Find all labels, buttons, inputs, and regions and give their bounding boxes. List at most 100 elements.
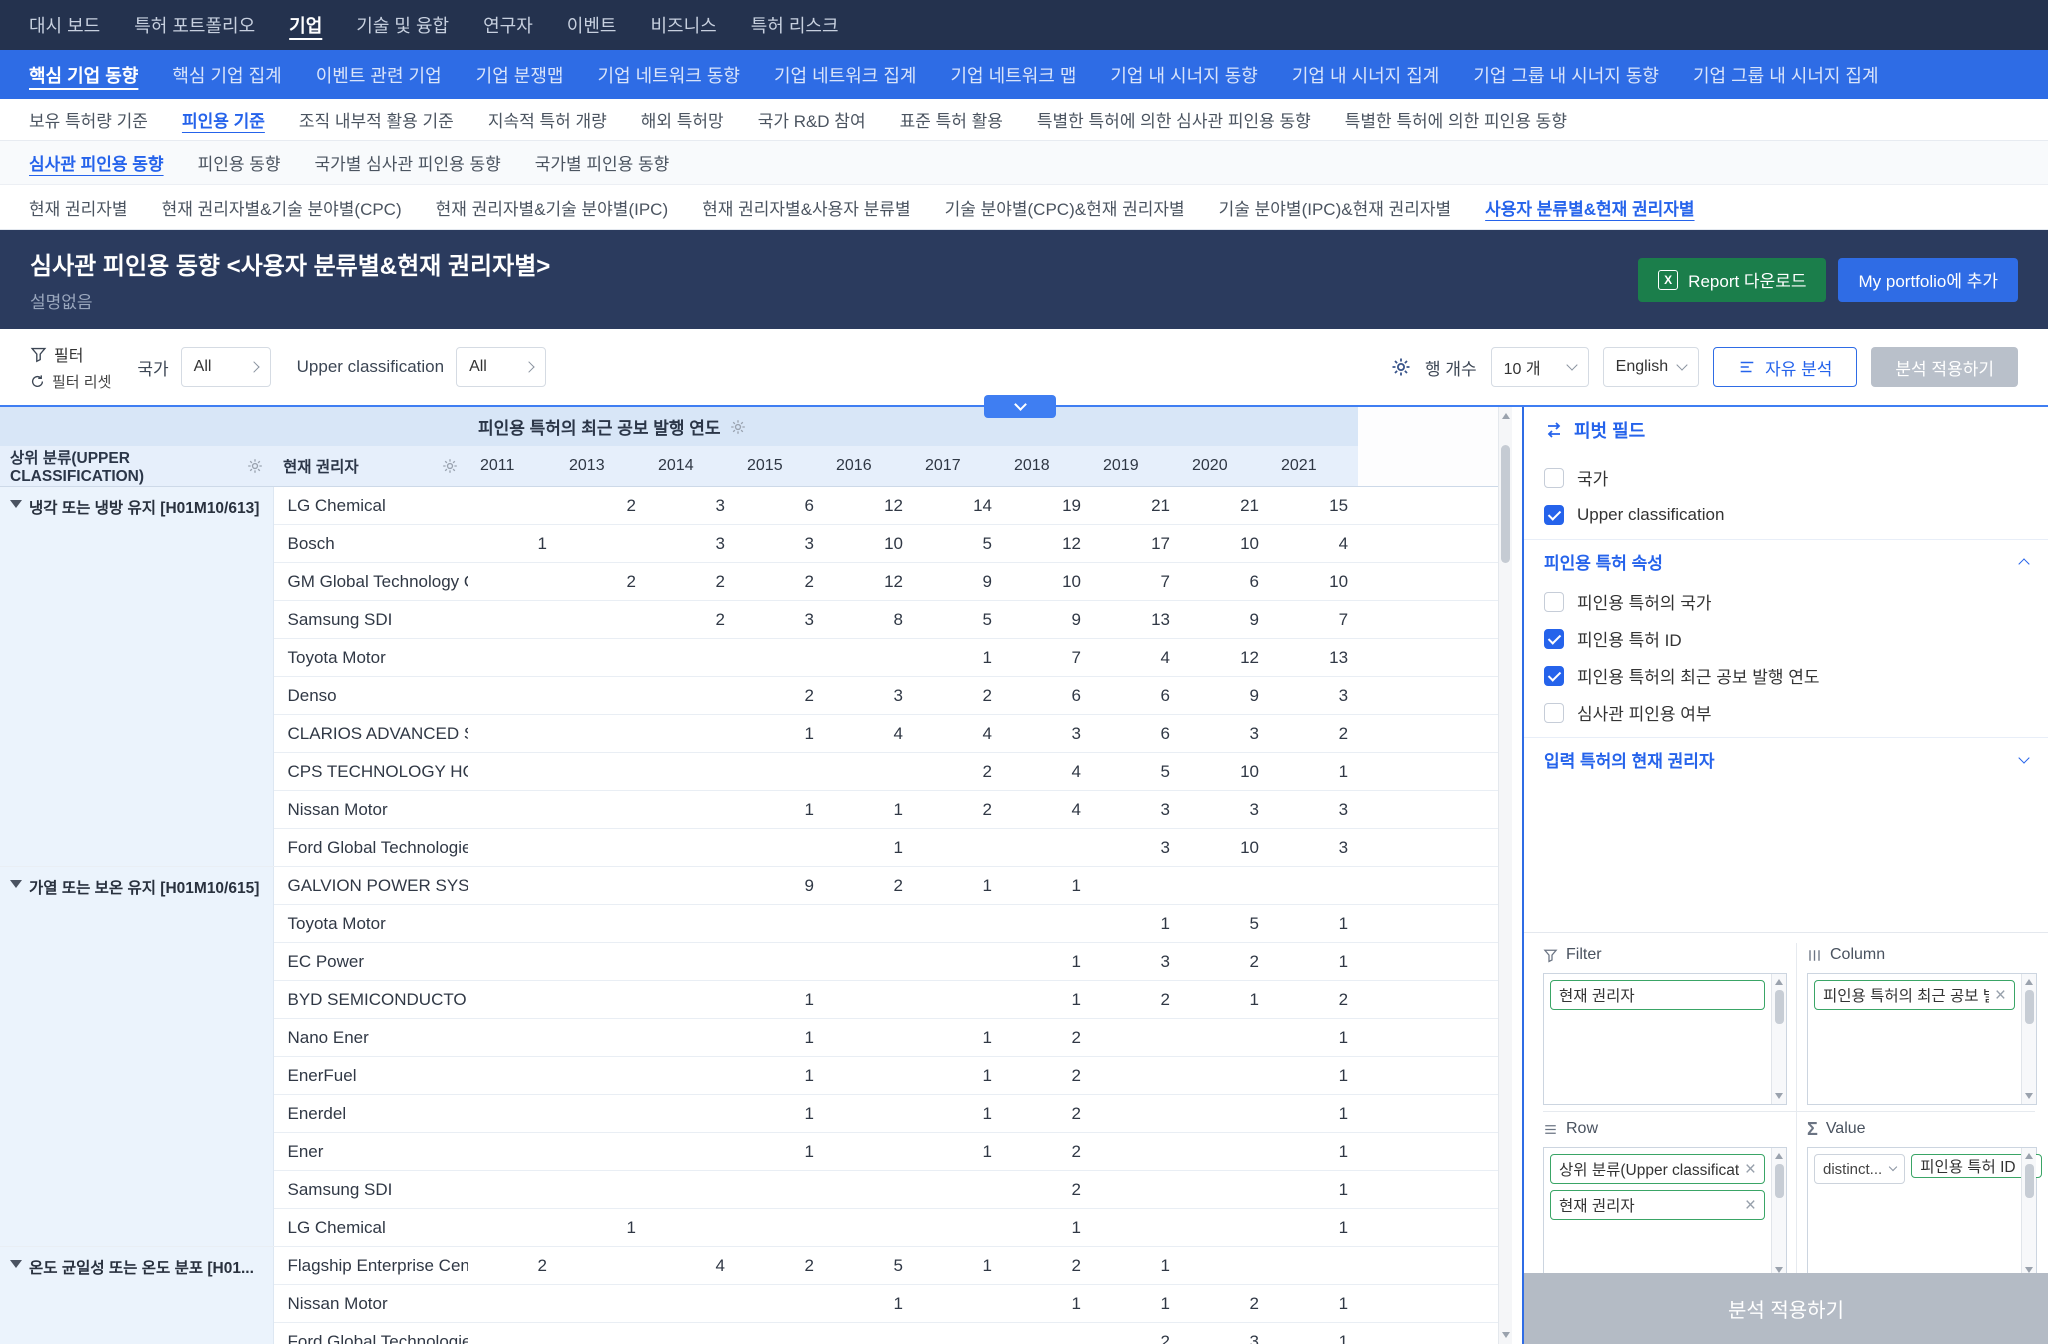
nav-view-item-3[interactable]: 현재 권리자별&사용자 분류별	[685, 195, 927, 220]
checkbox[interactable]	[1544, 505, 1564, 525]
nav-sub-item-9[interactable]: 기업 그룹 내 시너지 동향	[1456, 62, 1676, 88]
nav-criteria-item-7[interactable]: 특별한 특허에 의한 심사관 피인용 동향	[1020, 107, 1328, 132]
nav-main-item-5[interactable]: 이벤트	[550, 12, 634, 38]
zone-tag[interactable]: 피인용 특허의 최근 공보 발행 ...×	[1814, 980, 2015, 1010]
panel-section-0[interactable]: 피인용 특허 속성	[1524, 539, 2048, 583]
scroll-thumb[interactable]	[1501, 445, 1510, 563]
nav-view-item-6[interactable]: 사용자 분류별&현재 권리자별	[1468, 195, 1711, 220]
scroll-up-icon[interactable]	[1775, 1153, 1783, 1159]
checkbox[interactable]	[1544, 592, 1564, 612]
column-zone-box[interactable]: 피인용 특허의 최근 공보 발행 ...×	[1807, 973, 2037, 1105]
nav-trend-item-3[interactable]: 국가별 피인용 동향	[518, 150, 687, 175]
report-download-button[interactable]: X Report 다운로드	[1638, 258, 1826, 302]
zone-tag[interactable]: 현재 권리자×	[1550, 1190, 1765, 1220]
checkbox[interactable]	[1544, 629, 1564, 649]
remove-tag-icon[interactable]: ×	[1995, 986, 2006, 1005]
country-select[interactable]: All	[181, 347, 271, 387]
row-zone-box[interactable]: 상위 분류(Upper classificati...×현재 권리자×	[1543, 1147, 1787, 1279]
pivot-field-sec0-2[interactable]: 피인용 특허의 최근 공보 발행 연도	[1524, 657, 2048, 694]
table-scrollbar[interactable]	[1498, 407, 1512, 1344]
nav-sub-item-0[interactable]: 핵심 기업 동향	[12, 62, 155, 88]
zone-scrollbar[interactable]	[1771, 974, 1786, 1104]
scroll-up-icon[interactable]	[1775, 979, 1783, 985]
filter-reset-button[interactable]: 필터 리셋	[30, 371, 111, 392]
nav-criteria-item-4[interactable]: 해외 특허망	[624, 107, 741, 132]
nav-main-item-7[interactable]: 특허 리스크	[734, 12, 856, 38]
free-analysis-button[interactable]: 자유 분석	[1713, 347, 1857, 387]
nav-main-item-2[interactable]: 기업	[272, 12, 339, 38]
scroll-up-icon[interactable]	[2025, 1153, 2033, 1159]
scroll-thumb[interactable]	[1775, 990, 1784, 1024]
apply-analysis-footer-button[interactable]: 분석 적용하기	[1524, 1273, 2048, 1344]
scroll-up-icon[interactable]	[2025, 979, 2033, 985]
nav-trend-item-0[interactable]: 심사관 피인용 동향	[12, 150, 181, 175]
nav-sub-item-5[interactable]: 기업 네트워크 집계	[757, 62, 933, 88]
nav-sub-item-1[interactable]: 핵심 기업 집계	[155, 62, 298, 88]
nav-sub-item-2[interactable]: 이벤트 관련 기업	[299, 62, 459, 88]
remove-tag-icon[interactable]: ×	[1745, 1160, 1756, 1179]
panel-section-1[interactable]: 입력 특허의 현재 권리자	[1524, 737, 2048, 781]
nav-main-item-3[interactable]: 기술 및 융합	[339, 12, 466, 38]
scroll-thumb[interactable]	[2025, 990, 2034, 1024]
language-select[interactable]: English	[1603, 347, 1699, 387]
collapse-triangle-icon[interactable]	[10, 1260, 22, 1268]
zone-tag[interactable]: 현재 권리자	[1550, 980, 1765, 1010]
nav-criteria-item-5[interactable]: 국가 R&D 참여	[741, 107, 883, 132]
nav-view-item-5[interactable]: 기술 분야별(IPC)&현재 권리자별	[1202, 195, 1469, 220]
gear-icon[interactable]	[442, 458, 458, 474]
scroll-down-icon[interactable]	[1775, 1093, 1783, 1099]
nav-main-item-4[interactable]: 연구자	[466, 12, 550, 38]
zone-scrollbar[interactable]	[2021, 1148, 2036, 1278]
pivot-field-top-1[interactable]: Upper classification	[1524, 496, 2048, 533]
group-cell-1[interactable]: 가열 또는 보온 유지 [H01M10/615]	[0, 867, 273, 1247]
checkbox[interactable]	[1544, 703, 1564, 723]
nav-main-item-1[interactable]: 특허 포트폴리오	[117, 12, 272, 38]
nav-criteria-item-2[interactable]: 조직 내부적 활용 기준	[282, 107, 471, 132]
pivot-field-sec0-1[interactable]: 피인용 특허 ID	[1524, 620, 2048, 657]
collapse-triangle-icon[interactable]	[10, 880, 22, 888]
nav-sub-item-10[interactable]: 기업 그룹 내 시너지 집계	[1676, 62, 1896, 88]
nav-sub-item-3[interactable]: 기업 분쟁맵	[459, 62, 581, 88]
zone-scrollbar[interactable]	[2021, 974, 2036, 1104]
nav-view-item-0[interactable]: 현재 권리자별	[12, 195, 145, 220]
aggregation-select[interactable]: distinct...	[1814, 1154, 1905, 1184]
nav-sub-item-6[interactable]: 기업 네트워크 맵	[933, 62, 1093, 88]
scroll-thumb[interactable]	[2025, 1164, 2034, 1198]
zone-scrollbar[interactable]	[1771, 1148, 1786, 1278]
nav-trend-item-1[interactable]: 피인용 동향	[181, 150, 298, 175]
checkbox[interactable]	[1544, 666, 1564, 686]
scroll-down-icon[interactable]	[2025, 1093, 2033, 1099]
collapse-triangle-icon[interactable]	[10, 500, 22, 508]
group-cell-2[interactable]: 온도 균일성 또는 온도 분포 [H01...	[0, 1247, 273, 1344]
group-cell-0[interactable]: 냉각 또는 냉방 유지 [H01M10/613]	[0, 487, 273, 867]
remove-tag-icon[interactable]: ×	[1745, 1196, 1756, 1215]
checkbox[interactable]	[1544, 468, 1564, 488]
row-count-select[interactable]: 10 개	[1491, 347, 1589, 387]
nav-criteria-item-8[interactable]: 특별한 특허에 의한 피인용 동향	[1328, 107, 1584, 132]
value-zone-box[interactable]: distinct... 피인용 특허 ID×	[1807, 1147, 2037, 1279]
collapse-header-button[interactable]	[984, 395, 1056, 418]
nav-main-item-0[interactable]: 대시 보드	[12, 12, 117, 38]
filter-zone-box[interactable]: 현재 권리자	[1543, 973, 1787, 1105]
nav-sub-item-7[interactable]: 기업 내 시너지 동향	[1093, 62, 1274, 88]
row-count-gear-icon[interactable]	[1391, 357, 1411, 377]
nav-main-item-6[interactable]: 비즈니스	[633, 12, 733, 38]
nav-criteria-item-3[interactable]: 지속적 특허 개량	[471, 107, 624, 132]
nav-view-item-4[interactable]: 기술 분야별(CPC)&현재 권리자별	[928, 195, 1202, 220]
pivot-field-top-0[interactable]: 국가	[1524, 459, 2048, 496]
scroll-thumb[interactable]	[1775, 1164, 1784, 1198]
nav-view-item-2[interactable]: 현재 권리자별&기술 분야별(IPC)	[419, 195, 686, 220]
add-to-portfolio-button[interactable]: My portfolio에 추가	[1838, 258, 2018, 302]
scroll-up-icon[interactable]	[1502, 413, 1510, 419]
pivot-field-sec0-0[interactable]: 피인용 특허의 국가	[1524, 583, 2048, 620]
gear-icon[interactable]	[730, 419, 746, 435]
gear-icon[interactable]	[247, 458, 263, 474]
filter-toggle[interactable]: 필터	[30, 342, 111, 366]
scroll-down-icon[interactable]	[1502, 1332, 1510, 1338]
nav-sub-item-4[interactable]: 기업 네트워크 동향	[580, 62, 756, 88]
nav-trend-item-2[interactable]: 국가별 심사관 피인용 동향	[298, 150, 518, 175]
upper-classification-select[interactable]: All	[456, 347, 546, 387]
nav-criteria-item-0[interactable]: 보유 특허량 기준	[12, 107, 165, 132]
nav-criteria-item-6[interactable]: 표준 특허 활용	[883, 107, 1020, 132]
pivot-field-sec0-3[interactable]: 심사관 피인용 여부	[1524, 694, 2048, 731]
